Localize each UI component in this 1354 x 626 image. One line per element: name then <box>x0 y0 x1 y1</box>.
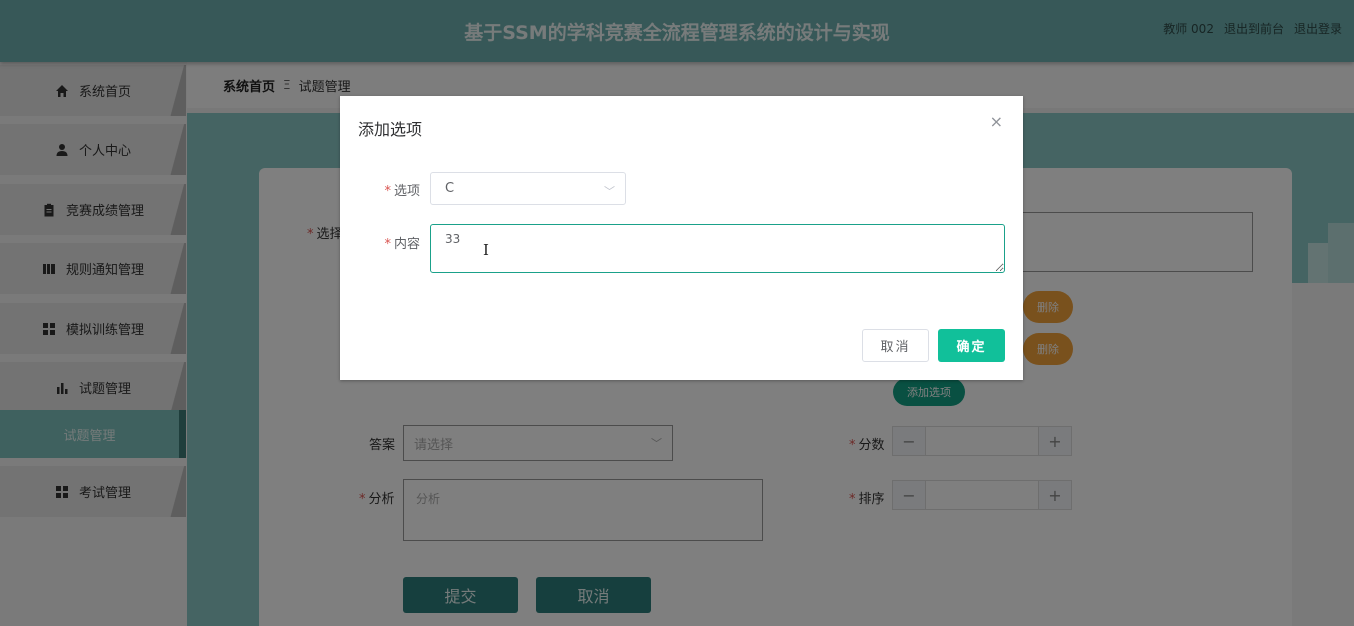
add-option-dialog: 添加选项 × * 选项 C ﹀ * 内容 33 I 取消 确定 <box>340 96 1023 380</box>
content-textarea[interactable]: 33 <box>430 224 1005 273</box>
close-icon[interactable]: × <box>990 112 1003 131</box>
dialog-title: 添加选项 <box>358 120 423 139</box>
text-cursor-icon: I <box>483 241 489 259</box>
dialog-cancel-button[interactable]: 取消 <box>862 329 929 362</box>
dialog-confirm-button[interactable]: 确定 <box>938 329 1005 362</box>
option-label: * 选项 <box>384 184 420 199</box>
chevron-down-icon: ﹀ <box>604 185 615 198</box>
content-label: * 内容 <box>384 237 420 252</box>
option-select-value: C <box>445 181 455 196</box>
option-select[interactable]: C ﹀ <box>430 172 626 205</box>
